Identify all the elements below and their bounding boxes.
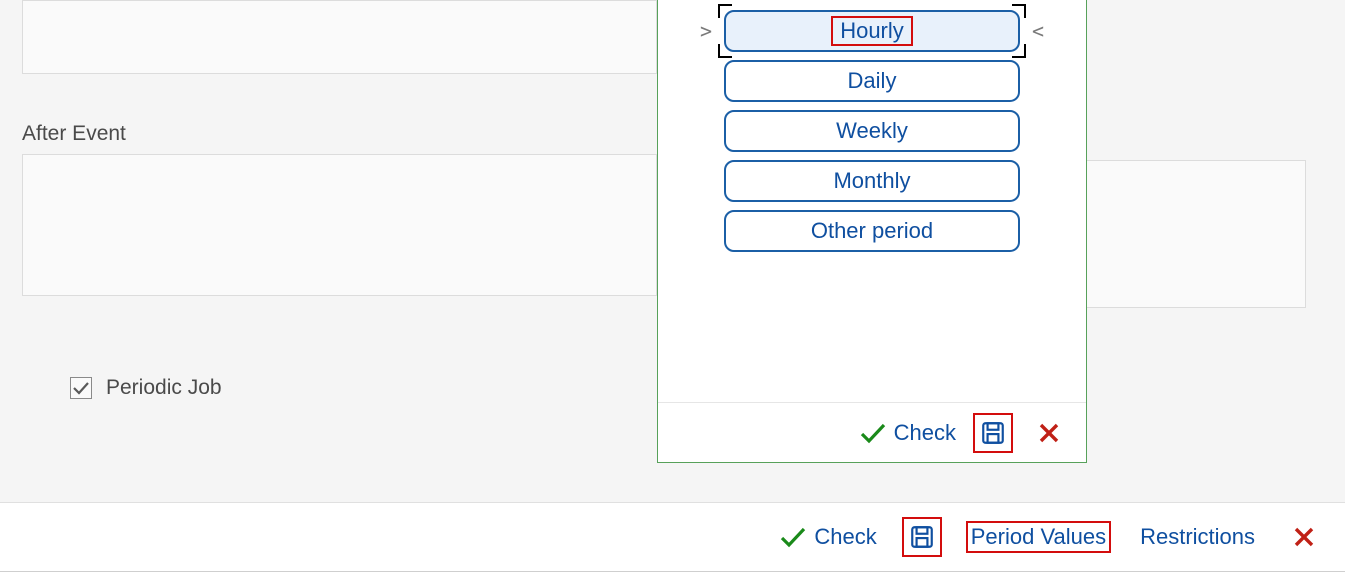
period-values-dialog: > Hourly < Daily Weekly Monthly Other pe… xyxy=(657,0,1087,463)
restrictions-button[interactable]: Restrictions xyxy=(1136,522,1259,552)
period-options-list: > Hourly < Daily Weekly Monthly Other pe… xyxy=(658,0,1086,252)
period-option-monthly[interactable]: Monthly xyxy=(724,160,1020,202)
periodic-job-checkbox[interactable]: Periodic Job xyxy=(70,376,657,400)
after-event-panel xyxy=(22,154,657,296)
right-panel-fragment xyxy=(1086,160,1306,308)
check-button[interactable]: Check xyxy=(780,524,876,550)
check-icon xyxy=(860,422,886,444)
close-button[interactable] xyxy=(1030,414,1068,452)
check-button-label: Check xyxy=(814,524,876,550)
dialog-footer: Check xyxy=(658,402,1086,462)
selection-caret-left: > xyxy=(688,19,724,43)
focus-indicator: Hourly xyxy=(724,10,1020,52)
after-event-label: After Event xyxy=(22,122,657,146)
period-option-label: Hourly xyxy=(832,17,912,45)
selection-caret-right: < xyxy=(1020,19,1056,43)
period-option-hourly[interactable]: Hourly xyxy=(724,10,1020,52)
main-toolbar: Check Period Values Restrictions xyxy=(0,502,1345,572)
close-icon xyxy=(1038,422,1060,444)
period-option-label: Monthly xyxy=(833,168,910,194)
save-button[interactable] xyxy=(903,518,941,556)
check-button[interactable]: Check xyxy=(860,420,956,446)
check-button-label: Check xyxy=(894,420,956,446)
save-icon xyxy=(980,420,1006,446)
period-option-daily[interactable]: Daily xyxy=(724,60,1020,102)
upper-panel xyxy=(22,0,657,74)
close-button[interactable] xyxy=(1285,518,1323,556)
check-icon xyxy=(780,526,806,548)
period-option-other[interactable]: Other period xyxy=(724,210,1020,252)
form-left-column: After Event Periodic Job xyxy=(22,0,657,400)
periodic-job-label: Periodic Job xyxy=(106,376,222,400)
period-option-weekly[interactable]: Weekly xyxy=(724,110,1020,152)
period-option-label: Weekly xyxy=(836,118,908,144)
checkbox-icon xyxy=(70,377,92,399)
period-values-button[interactable]: Period Values xyxy=(967,522,1110,552)
close-icon xyxy=(1293,526,1315,548)
save-icon xyxy=(909,524,935,550)
save-button[interactable] xyxy=(974,414,1012,452)
period-option-label: Other period xyxy=(811,218,933,244)
period-option-label: Daily xyxy=(848,68,897,94)
